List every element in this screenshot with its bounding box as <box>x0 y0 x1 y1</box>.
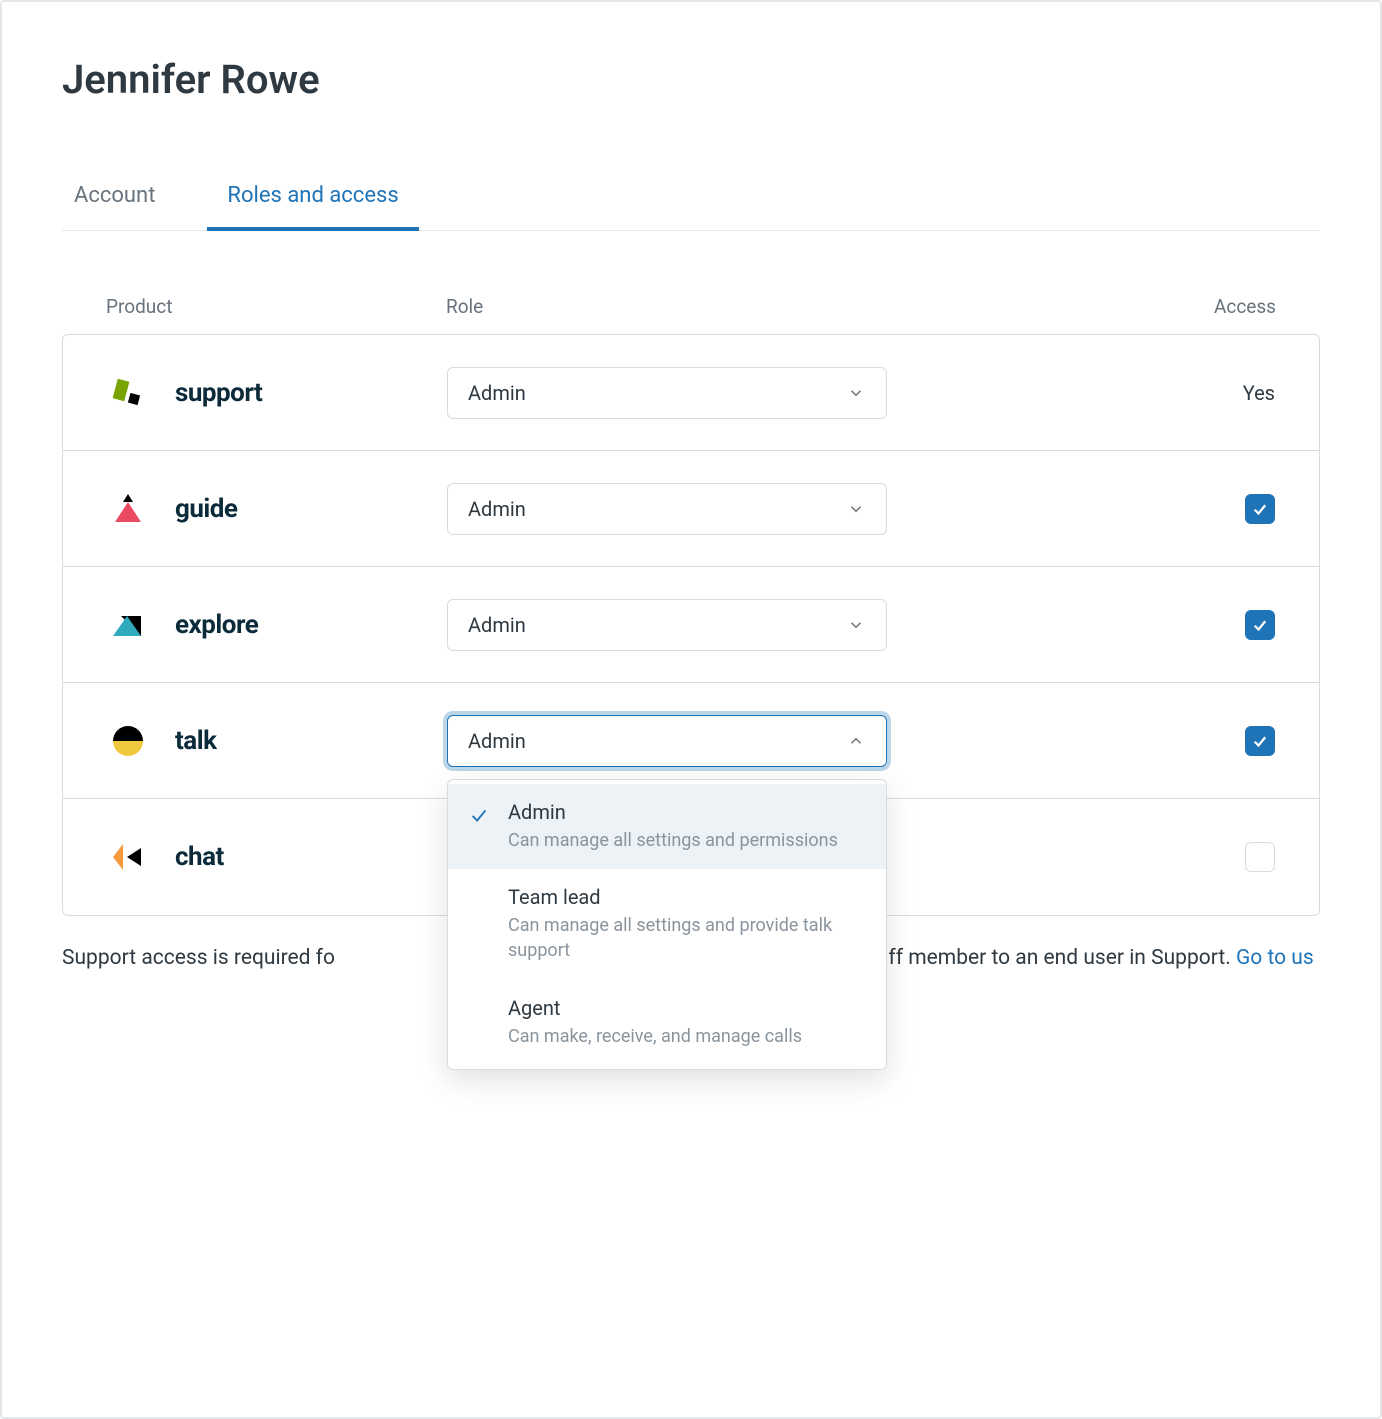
access-checkbox-chat[interactable] <box>1245 842 1275 872</box>
table-row: explore Admin <box>63 567 1319 683</box>
access-cell <box>1115 494 1275 524</box>
product-name: explore <box>175 610 258 640</box>
user-roles-panel: Jennifer Rowe Account Roles and access P… <box>0 0 1382 1419</box>
product-cell-support: support <box>107 372 447 414</box>
access-checkbox-explore[interactable] <box>1245 610 1275 640</box>
page-title: Jennifer Rowe <box>62 56 1320 103</box>
dropdown-option-admin[interactable]: Admin Can manage all settings and permis… <box>448 784 886 869</box>
chat-icon <box>107 836 149 878</box>
table-row: guide Admin <box>63 451 1319 567</box>
chevron-down-icon <box>846 615 866 635</box>
access-cell <box>1115 842 1275 872</box>
table-header: Product Role Access <box>62 295 1320 334</box>
product-cell-guide: guide <box>107 488 447 530</box>
footer-text-before: Support access is required fo <box>62 946 335 970</box>
dropdown-option-desc: Can manage all settings and permissions <box>508 828 866 853</box>
dropdown-option-desc: Can make, receive, and manage calls <box>508 1024 866 1049</box>
footer-link[interactable]: Go to us <box>1236 946 1314 970</box>
guide-icon <box>107 488 149 530</box>
product-name: talk <box>175 726 216 756</box>
tab-roles-and-access[interactable]: Roles and access <box>223 173 402 230</box>
dropdown-option-desc: Can manage all settings and provide talk… <box>508 913 866 963</box>
roles-table: support Admin Yes <box>62 334 1320 916</box>
product-name: guide <box>175 494 237 524</box>
role-select-support[interactable]: Admin <box>447 367 887 419</box>
role-select-explore[interactable]: Admin <box>447 599 887 651</box>
check-placeholder <box>468 885 492 963</box>
role-dropdown-menu: Admin Can manage all settings and permis… <box>447 779 887 1070</box>
dropdown-option-title: Agent <box>508 996 866 1020</box>
col-header-product: Product <box>106 295 446 318</box>
dropdown-option-title: Team lead <box>508 885 866 909</box>
col-header-role: Role <box>446 295 1116 318</box>
tabs: Account Roles and access <box>62 173 1320 231</box>
access-cell <box>1115 610 1275 640</box>
access-cell: Yes <box>1115 381 1275 405</box>
explore-icon <box>107 604 149 646</box>
chevron-down-icon <box>846 499 866 519</box>
dropdown-option-teamlead[interactable]: Team lead Can manage all settings and pr… <box>448 869 886 979</box>
role-select-value: Admin <box>468 613 526 637</box>
check-placeholder <box>468 996 492 1049</box>
dropdown-option-title: Admin <box>508 800 866 824</box>
access-text: Yes <box>1243 381 1275 405</box>
role-select-guide[interactable]: Admin <box>447 483 887 535</box>
chevron-down-icon <box>846 383 866 403</box>
product-cell-explore: explore <box>107 604 447 646</box>
tab-account[interactable]: Account <box>70 173 159 230</box>
role-select-value: Admin <box>468 729 526 753</box>
product-cell-chat: chat <box>107 836 447 878</box>
role-select-talk[interactable]: Admin <box>447 715 887 767</box>
product-name: chat <box>175 842 224 872</box>
support-icon <box>107 372 149 414</box>
access-checkbox-guide[interactable] <box>1245 494 1275 524</box>
check-icon <box>468 800 492 853</box>
talk-icon <box>107 720 149 762</box>
role-select-value: Admin <box>468 381 526 405</box>
chevron-up-icon <box>846 731 866 751</box>
access-cell <box>1115 726 1275 756</box>
product-name: support <box>175 378 262 408</box>
table-row: support Admin Yes <box>63 335 1319 451</box>
table-row: talk Admin <box>63 683 1319 799</box>
access-checkbox-talk[interactable] <box>1245 726 1275 756</box>
role-select-value: Admin <box>468 497 526 521</box>
col-header-access: Access <box>1116 295 1276 318</box>
dropdown-option-agent[interactable]: Agent Can make, receive, and manage call… <box>448 980 886 1065</box>
product-cell-talk: talk <box>107 720 447 762</box>
